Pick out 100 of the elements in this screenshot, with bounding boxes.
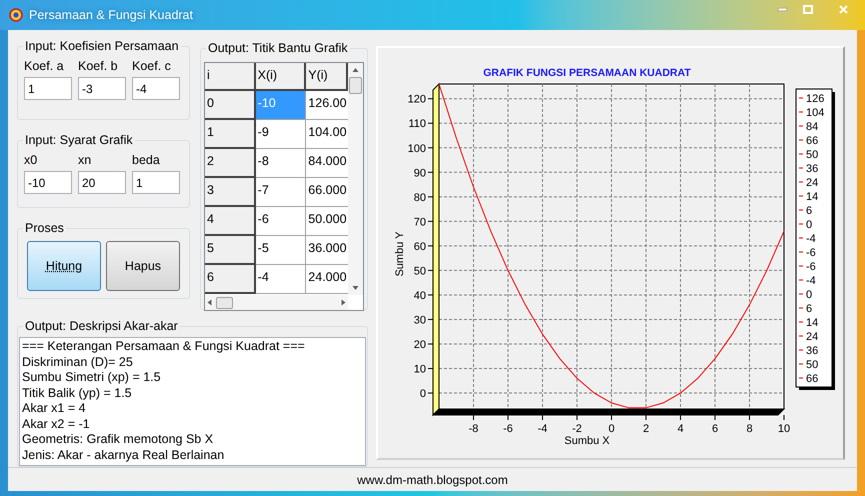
description-line: Jenis: Akar - akarnya Real Berlainan — [22, 448, 226, 463]
y-tick-label: 30 — [414, 314, 426, 326]
legend-item: -6 — [798, 247, 816, 259]
x-tick-label: 10 — [778, 423, 790, 435]
legend-item: 66 — [798, 373, 818, 385]
column-header[interactable]: Y(i) — [306, 63, 348, 91]
description-line: Geometris: Grafik memotong Sb X — [22, 432, 214, 448]
x-tick-label: 6 — [712, 423, 718, 435]
table-cell[interactable]: 0 — [205, 91, 256, 120]
horizontal-scrollbar[interactable] — [205, 295, 348, 310]
table-cell[interactable]: -5 — [256, 236, 306, 265]
x-tick-label: -8 — [468, 423, 478, 435]
legend-item: -6 — [798, 261, 816, 273]
scroll-right-icon[interactable] — [341, 299, 346, 306]
close-icon — [838, 4, 848, 14]
table-cell[interactable]: 6 — [205, 265, 256, 294]
action-button[interactable]: Hapus — [106, 241, 180, 291]
description-line: === Keterangan Persamaan & Fungsi Kuadrat === — [22, 339, 306, 354]
description-line: Titik Balik (yp) = 1.5 — [22, 386, 133, 401]
legend-item: 24 — [798, 177, 818, 189]
window-title: Persamaan & Fungsi Kuadrat — [29, 6, 193, 24]
legend-item: 6 — [798, 303, 812, 315]
description-line: Akar x1 = 4 — [22, 401, 87, 416]
minimize-icon — [778, 8, 786, 10]
column-header[interactable]: X(i) — [256, 63, 306, 91]
legend-item: 50 — [798, 149, 818, 161]
field-label: beda — [132, 152, 161, 168]
chart-title: GRAFIK FUNGSI PERSAMAAN KUADRAT — [483, 67, 691, 79]
input-field[interactable]: 1 — [24, 77, 72, 100]
y-tick-label: 40 — [414, 290, 426, 302]
input-field[interactable]: -3 — [78, 77, 126, 100]
y-tick-label: 20 — [414, 339, 426, 351]
table-cell[interactable]: 1 — [205, 120, 256, 149]
y-tick-label: 10 — [414, 364, 426, 376]
field-label: Koef. b — [78, 58, 119, 74]
y-tick-label: 60 — [414, 240, 426, 253]
y-tick-label: 0 — [420, 388, 426, 400]
description-line: Sumbu Simetri (xp) = 1.5 — [22, 370, 162, 386]
table-cell[interactable]: -9 — [256, 120, 306, 149]
x-tick-label: 8 — [746, 423, 753, 435]
table-cell[interactable]: -6 — [256, 207, 306, 236]
column-header[interactable]: i — [205, 63, 256, 91]
scroll-thumb[interactable] — [349, 77, 362, 94]
legend-item: 50 — [798, 359, 818, 371]
legend-item: -4 — [798, 233, 816, 245]
y-tick-label: 90 — [414, 167, 426, 180]
y-tick-label: 80 — [414, 192, 426, 204]
table-cell[interactable]: -8 — [256, 149, 306, 178]
y-tick-label: 70 — [414, 216, 426, 228]
legend-item: 0 — [798, 289, 812, 301]
description-line: Akar x2 = -1 — [22, 416, 91, 432]
app-icon — [9, 8, 23, 22]
legend-item: 126 — [798, 93, 824, 105]
input-field[interactable]: -10 — [24, 171, 72, 194]
field-label: Koef. a — [24, 58, 65, 74]
maximize-icon — [803, 4, 813, 14]
scroll-left-icon[interactable] — [207, 299, 212, 306]
legend-item: 14 — [798, 191, 818, 203]
scroll-thumb[interactable] — [216, 296, 233, 308]
field-label: Koef. c — [132, 58, 172, 74]
field-label: xn — [78, 152, 92, 168]
legend-item: 36 — [798, 345, 818, 357]
x-axis-title: Sumbu X — [564, 435, 610, 447]
legend-item: 66 — [798, 135, 818, 147]
group-title: Input: Syarat Grafik — [23, 132, 135, 148]
x-tick-label: 4 — [677, 423, 684, 435]
legend-item: 36 — [798, 163, 818, 175]
legend-item: 6 — [798, 205, 812, 217]
table-cell[interactable]: -4 — [256, 265, 306, 294]
table-cell[interactable]: 4 — [205, 207, 256, 236]
field-label: x0 — [24, 152, 38, 168]
group-title: Output: Deskripsi Akar-akar — [23, 318, 180, 334]
group-title: Output: Titik Bantu Grafik — [206, 40, 350, 56]
y-tick-label: 110 — [408, 118, 426, 130]
table-cell[interactable]: -7 — [256, 178, 306, 207]
y-tick-label: 120 — [408, 94, 426, 106]
x-tick-label: 2 — [642, 423, 650, 435]
legend-item: -4 — [798, 275, 816, 287]
input-field[interactable]: -4 — [132, 77, 180, 100]
legend-item: 14 — [798, 317, 818, 329]
y-tick-label: 50 — [414, 265, 426, 278]
y-tick-label: 100 — [408, 142, 426, 155]
table-cell[interactable]: 5 — [205, 236, 256, 265]
x-tick-label: -2 — [572, 423, 582, 435]
description-line: Diskriminan (D)= 25 — [22, 354, 134, 370]
group-title: Input: Koefisien Persamaan — [23, 38, 181, 54]
vertical-scrollbar[interactable] — [348, 63, 363, 295]
x-tick-label: 0 — [608, 423, 615, 435]
input-field[interactable]: 1 — [132, 171, 180, 194]
legend-item: 84 — [798, 121, 818, 133]
table-cell[interactable]: 3 — [205, 178, 256, 207]
legend-item: 104 — [798, 107, 824, 119]
status-text: www.dm-math.blogspot.com — [357, 472, 508, 488]
legend-item: 24 — [798, 331, 818, 343]
action-button[interactable]: Hitung — [27, 241, 101, 291]
x-tick-label: -6 — [503, 423, 513, 435]
input-field[interactable]: 20 — [78, 171, 126, 194]
legend-item: 0 — [798, 219, 812, 231]
table-cell[interactable]: 2 — [205, 149, 256, 178]
x-tick-label: -4 — [538, 423, 548, 435]
